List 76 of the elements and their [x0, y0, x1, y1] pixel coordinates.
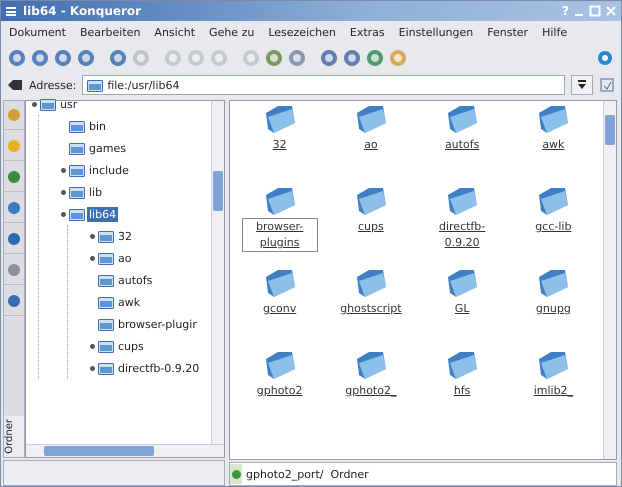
caret-icon [578, 80, 586, 90]
file-name[interactable]: gcc-lib [516, 219, 590, 235]
folder-icon [98, 230, 114, 242]
file-name[interactable]: ghostscript [334, 301, 408, 317]
folder-icon [98, 274, 114, 286]
expander-icon[interactable] [60, 168, 66, 172]
expander-icon[interactable] [60, 212, 66, 216]
folder-icon [69, 120, 85, 132]
menu-item[interactable]: Fenster [487, 23, 528, 42]
go-icon[interactable] [599, 77, 615, 93]
menu-item[interactable]: Bearbeiten [80, 23, 140, 42]
expander-icon[interactable] [90, 234, 94, 238]
tree-item[interactable]: lib64 [87, 206, 118, 222]
close-icon[interactable] [605, 5, 617, 17]
tree-item[interactable]: awk [116, 294, 142, 310]
tree-item[interactable]: browser-plugir [116, 316, 199, 332]
menu-item[interactable]: Gehe zu [209, 23, 254, 42]
file-name[interactable]: autofs [425, 137, 500, 153]
file-name[interactable]: ao [334, 137, 408, 153]
scrollbar[interactable] [603, 101, 616, 459]
file-name[interactable]: gphoto2_ [334, 383, 408, 399]
folder-icon [69, 142, 85, 154]
folder-icon [98, 252, 114, 264]
menu-item[interactable]: Lesezeichen [268, 23, 336, 42]
window-title: lib64 - Konqueror [23, 4, 142, 18]
dropdown-button[interactable] [571, 75, 593, 95]
tree-item[interactable]: bin [87, 118, 108, 134]
folder-icon [40, 98, 56, 110]
menu-item[interactable]: Einstellungen [398, 23, 474, 42]
tree-item[interactable]: cups [116, 338, 146, 354]
app-icon [5, 5, 17, 17]
expander-icon[interactable] [60, 190, 66, 194]
folder-icon [69, 186, 85, 198]
file-name[interactable]: browser-plugins [242, 219, 317, 251]
file-name[interactable]: gphoto2 [242, 383, 317, 399]
folder-icon [98, 362, 114, 374]
file-name[interactable]: directfb-0.9.20 [425, 219, 500, 251]
tree-item[interactable]: include [87, 162, 131, 178]
menu-item[interactable]: Extras [350, 23, 385, 42]
folder-icon [98, 318, 114, 330]
file-name[interactable]: GL [425, 301, 500, 317]
folder-icon [69, 208, 85, 220]
tree-item[interactable]: games [87, 140, 128, 156]
file-name[interactable]: imlib2_ [516, 383, 590, 399]
maximize-icon[interactable] [589, 5, 601, 17]
expander-icon[interactable] [32, 102, 36, 106]
scrollbar[interactable] [211, 101, 224, 444]
scrollbar[interactable] [26, 444, 224, 457]
tree-item[interactable]: lib [87, 184, 104, 200]
file-name[interactable]: gnupg [516, 301, 590, 317]
menu-item[interactable]: Ansicht [154, 23, 196, 42]
status-icon [232, 470, 240, 478]
file-name[interactable]: 32 [242, 137, 317, 153]
expander-icon[interactable] [90, 256, 94, 260]
address-field[interactable]: file:/usr/lib64 [82, 75, 565, 95]
file-name[interactable]: gconv [242, 301, 317, 317]
sidebar-tab[interactable]: Ordner [4, 416, 24, 457]
address-label: Adresse: [29, 78, 76, 92]
tree-item[interactable]: autofs [116, 272, 154, 288]
expander-icon[interactable] [90, 366, 94, 370]
tree-item[interactable]: ao [116, 250, 134, 266]
file-name[interactable]: cups [334, 219, 408, 235]
tree-item[interactable]: directfb-0.9.20 [116, 360, 202, 376]
tree-item[interactable]: usr [58, 96, 80, 112]
file-name[interactable]: hfs [425, 383, 500, 399]
menu-item[interactable]: Hilfe [542, 23, 568, 42]
folder-icon [98, 340, 114, 352]
clear-address-icon[interactable] [7, 78, 23, 92]
expander-icon[interactable] [90, 344, 94, 348]
tree-item[interactable]: 32 [116, 228, 134, 244]
folder-icon [69, 164, 85, 176]
folder-icon [98, 296, 114, 308]
status-text: gphoto2_port/ Ordner [246, 468, 369, 480]
file-name[interactable]: awk [516, 137, 590, 153]
menu-item[interactable]: Dokument [9, 23, 66, 42]
folder-icon [87, 78, 104, 92]
